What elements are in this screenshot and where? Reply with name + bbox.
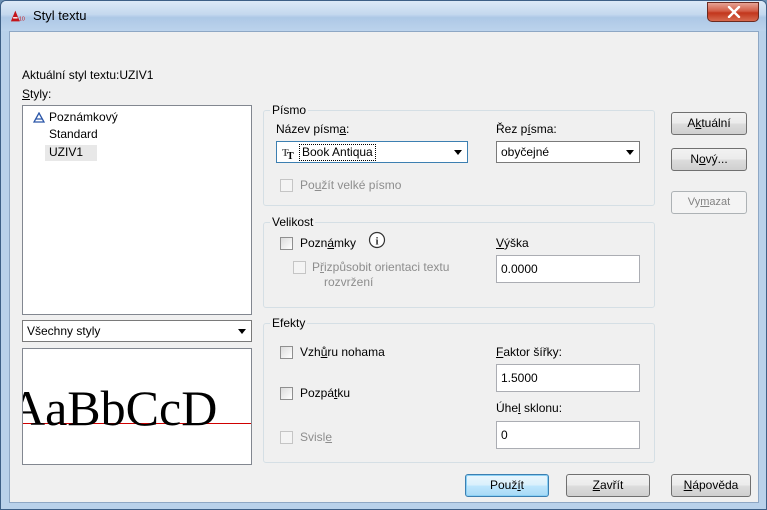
help-button[interactable]: Nápověda — [671, 474, 751, 497]
width-factor-input[interactable]: 1.5000 — [496, 364, 640, 392]
big-font-label: Použít velké písmo — [300, 178, 402, 192]
preview-text: AaBbCcD — [22, 380, 218, 436]
chevron-down-icon — [238, 329, 246, 334]
chevron-down-icon — [626, 150, 634, 155]
style-preview: AaBbCcD — [22, 348, 252, 465]
autocad-app-icon: 10 — [10, 10, 25, 22]
info-icon[interactable]: i — [368, 231, 386, 249]
font-style-dropdown[interactable]: obyčejné — [496, 141, 640, 163]
svg-text:10: 10 — [19, 16, 25, 22]
height-value: 0.0000 — [501, 262, 538, 276]
effects-group-title: Efekty — [270, 316, 308, 330]
font-name-dropdown[interactable]: T T Book Antiqua — [276, 141, 468, 163]
close-icon — [727, 6, 741, 18]
width-factor-label: Faktor šířky: — [496, 345, 563, 359]
style-item-annotative[interactable]: Poznámkový — [49, 110, 118, 124]
match-orientation-label: Přizpůsobit orientaci textu — [312, 260, 450, 274]
svg-text:i: i — [375, 236, 378, 248]
annotative-label: Poznámky — [300, 236, 357, 250]
backwards-label: Pozpátku — [300, 386, 351, 400]
vertical-label: Svisle — [300, 430, 333, 444]
font-group-title: Písmo — [270, 103, 309, 117]
width-factor-value: 1.5000 — [501, 371, 538, 385]
annotative-icon — [33, 112, 45, 123]
close-window-button[interactable] — [707, 2, 759, 22]
new-style-button[interactable]: Nový... — [671, 148, 747, 171]
font-name-label: Název písma: — [276, 122, 350, 136]
styles-filter-value: Všechny styly — [27, 324, 101, 338]
upside-down-label: Vzhůru nohama — [300, 345, 385, 359]
styles-listbox[interactable]: Poznámkový Standard UZIV1 — [22, 105, 252, 315]
oblique-value: 0 — [501, 428, 508, 442]
font-name-value: Book Antiqua — [299, 144, 376, 161]
big-font-checkbox[interactable] — [280, 179, 293, 192]
styles-label: Styly: — [22, 87, 52, 101]
current-style-label: Aktuální styl textu:UZIV1 — [22, 68, 154, 82]
height-label: Výška — [496, 236, 529, 250]
dialog-client-area: Aktuální styl textu:UZIV1 Styly: Poznámk… — [9, 31, 759, 503]
delete-style-button[interactable]: Vymazat — [671, 191, 747, 214]
upside-down-checkbox[interactable] — [280, 346, 293, 359]
style-item-uziv1[interactable]: UZIV1 — [49, 145, 83, 159]
oblique-label: Úhel sklonu: — [496, 401, 563, 415]
styles-filter-dropdown[interactable]: Všechny styly — [22, 320, 252, 342]
title-bar[interactable]: 10 Styl textu — [1, 1, 766, 31]
truetype-font-icon: T T — [282, 148, 294, 159]
chevron-down-icon — [454, 150, 462, 155]
match-orientation-checkbox[interactable] — [293, 261, 306, 274]
close-button[interactable]: Zavřít — [566, 474, 650, 497]
size-group-title: Velikost — [270, 215, 316, 229]
font-style-label: Řez písma: — [496, 122, 557, 136]
match-orientation-label-line2: rozvržení — [324, 275, 374, 289]
style-item-standard[interactable]: Standard — [49, 127, 98, 141]
vertical-checkbox[interactable] — [280, 431, 293, 444]
window-title: Styl textu — [33, 8, 87, 23]
svg-text:T: T — [287, 151, 294, 159]
apply-button[interactable]: Použít — [465, 474, 549, 497]
set-current-button[interactable]: Aktuální — [671, 112, 747, 135]
oblique-input[interactable]: 0 — [496, 421, 640, 449]
backwards-checkbox[interactable] — [280, 387, 293, 400]
annotative-checkbox[interactable] — [280, 237, 293, 250]
text-style-dialog: 10 Styl textu Aktuální styl textu:UZIV1 … — [0, 0, 767, 510]
font-style-value: obyčejné — [501, 145, 550, 159]
height-input[interactable]: 0.0000 — [496, 255, 640, 283]
